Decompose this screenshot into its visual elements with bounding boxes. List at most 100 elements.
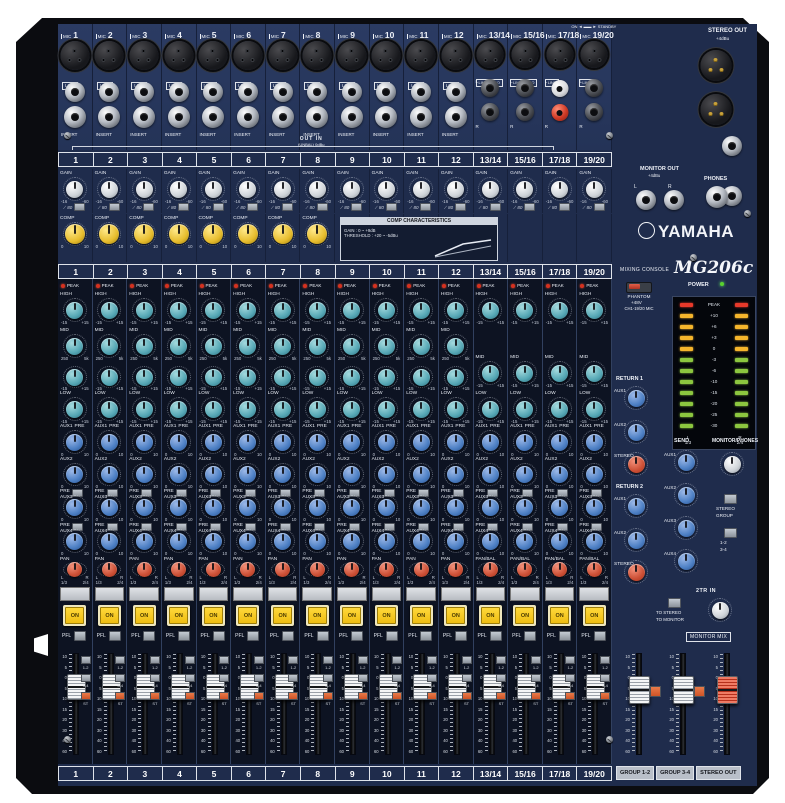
stereo-out-fader-cap[interactable] <box>717 676 738 704</box>
mid-freq-knob[interactable] <box>447 338 464 355</box>
pfl-button[interactable] <box>559 631 571 641</box>
stereo-group-switch[interactable] <box>724 494 737 504</box>
mid-eq-knob[interactable] <box>586 365 603 382</box>
aux3-knob[interactable] <box>413 499 430 516</box>
mid-gain-knob[interactable] <box>309 369 326 386</box>
route-1-2-button[interactable] <box>81 656 91 664</box>
gain-knob[interactable] <box>482 181 499 198</box>
aux3-knob[interactable] <box>309 499 326 516</box>
aux1-knob[interactable] <box>482 434 499 451</box>
send-aux4-knob[interactable] <box>678 553 695 570</box>
aux2-knob[interactable] <box>205 466 222 483</box>
hpf-switch[interactable] <box>247 203 258 211</box>
aux4-knob[interactable] <box>274 533 291 550</box>
aux2-knob[interactable] <box>66 466 83 483</box>
monitor-phones-knob[interactable] <box>724 456 741 473</box>
high-eq-knob[interactable] <box>586 302 603 319</box>
pan-knob[interactable] <box>483 562 498 577</box>
mid-gain-knob[interactable] <box>101 369 118 386</box>
hpf-switch[interactable] <box>455 203 466 211</box>
mid-gain-knob[interactable] <box>274 369 291 386</box>
gain-knob[interactable] <box>239 181 256 198</box>
aux1-knob[interactable] <box>66 434 83 451</box>
low-eq-knob[interactable] <box>309 401 326 418</box>
send-aux3-knob[interactable] <box>678 520 695 537</box>
route-3-4-button[interactable] <box>427 674 437 682</box>
hpf-switch[interactable] <box>109 203 120 211</box>
mid-gain-knob[interactable] <box>170 369 187 386</box>
aux3-knob[interactable] <box>447 499 464 516</box>
to-stereo-monitor-switch[interactable] <box>668 598 681 608</box>
route-3-4-button[interactable] <box>358 674 368 682</box>
aux2-knob[interactable] <box>378 466 395 483</box>
return1-aux2-knob[interactable] <box>628 424 645 441</box>
pan-knob[interactable] <box>448 562 463 577</box>
channel-on-button[interactable]: ON <box>238 607 257 624</box>
mid-eq-knob[interactable] <box>516 365 533 382</box>
high-eq-knob[interactable] <box>170 302 187 319</box>
gain-knob[interactable] <box>274 181 291 198</box>
aux1-knob[interactable] <box>205 434 222 451</box>
route-1-2-button[interactable] <box>462 656 472 664</box>
pair-select-switch[interactable] <box>724 528 737 538</box>
channel-on-button[interactable]: ON <box>550 607 569 624</box>
gain-knob[interactable] <box>343 181 360 198</box>
pfl-button[interactable] <box>213 631 225 641</box>
mid-gain-knob[interactable] <box>205 369 222 386</box>
route-3-4-button[interactable] <box>462 674 472 682</box>
comp-knob[interactable] <box>134 224 154 244</box>
aux1-knob[interactable] <box>274 434 291 451</box>
return2-aux2-knob[interactable] <box>628 532 645 549</box>
hpf-switch[interactable] <box>178 203 189 211</box>
route-3-4-button[interactable] <box>81 674 91 682</box>
channel-on-button[interactable]: ON <box>342 607 361 624</box>
aux4-knob[interactable] <box>66 533 83 550</box>
high-eq-knob[interactable] <box>551 302 568 319</box>
channel-on-button[interactable]: ON <box>204 607 223 624</box>
hpf-switch[interactable] <box>559 203 570 211</box>
aux3-knob[interactable] <box>101 499 118 516</box>
low-eq-knob[interactable] <box>343 401 360 418</box>
route-1-2-button[interactable] <box>600 656 610 664</box>
pfl-button[interactable] <box>455 631 467 641</box>
low-eq-knob[interactable] <box>551 401 568 418</box>
high-eq-knob[interactable] <box>66 302 83 319</box>
pan-knob[interactable] <box>517 562 532 577</box>
aux2-knob[interactable] <box>274 466 291 483</box>
aux3-knob[interactable] <box>551 499 568 516</box>
mid-eq-knob[interactable] <box>551 365 568 382</box>
mid-eq-knob[interactable] <box>482 365 499 382</box>
aux2-knob[interactable] <box>482 466 499 483</box>
group-fader-cap[interactable] <box>629 676 650 704</box>
pfl-button[interactable] <box>74 631 86 641</box>
low-eq-knob[interactable] <box>274 401 291 418</box>
route-1-2-button[interactable] <box>115 656 125 664</box>
high-eq-knob[interactable] <box>136 302 153 319</box>
aux2-knob[interactable] <box>309 466 326 483</box>
aux3-knob[interactable] <box>378 499 395 516</box>
pfl-button[interactable] <box>317 631 329 641</box>
pfl-button[interactable] <box>178 631 190 641</box>
route-st-button[interactable] <box>254 692 264 700</box>
route-3-4-button[interactable] <box>392 674 402 682</box>
low-eq-knob[interactable] <box>447 401 464 418</box>
hpf-switch[interactable] <box>317 203 328 211</box>
aux4-knob[interactable] <box>136 533 153 550</box>
channel-on-button[interactable]: ON <box>273 607 292 624</box>
low-eq-knob[interactable] <box>378 401 395 418</box>
aux4-knob[interactable] <box>413 533 430 550</box>
channel-on-button[interactable]: ON <box>412 607 431 624</box>
aux4-knob[interactable] <box>343 533 360 550</box>
aux2-knob[interactable] <box>447 466 464 483</box>
mid-freq-knob[interactable] <box>136 338 153 355</box>
aux3-knob[interactable] <box>66 499 83 516</box>
pan-knob[interactable] <box>102 562 117 577</box>
high-eq-knob[interactable] <box>274 302 291 319</box>
channel-on-button[interactable]: ON <box>135 607 154 624</box>
pfl-button[interactable] <box>490 631 502 641</box>
pfl-button[interactable] <box>109 631 121 641</box>
pfl-button[interactable] <box>247 631 259 641</box>
channel-on-button[interactable]: ON <box>481 607 500 624</box>
route-3-4-button[interactable] <box>496 674 506 682</box>
hpf-switch[interactable] <box>282 203 293 211</box>
